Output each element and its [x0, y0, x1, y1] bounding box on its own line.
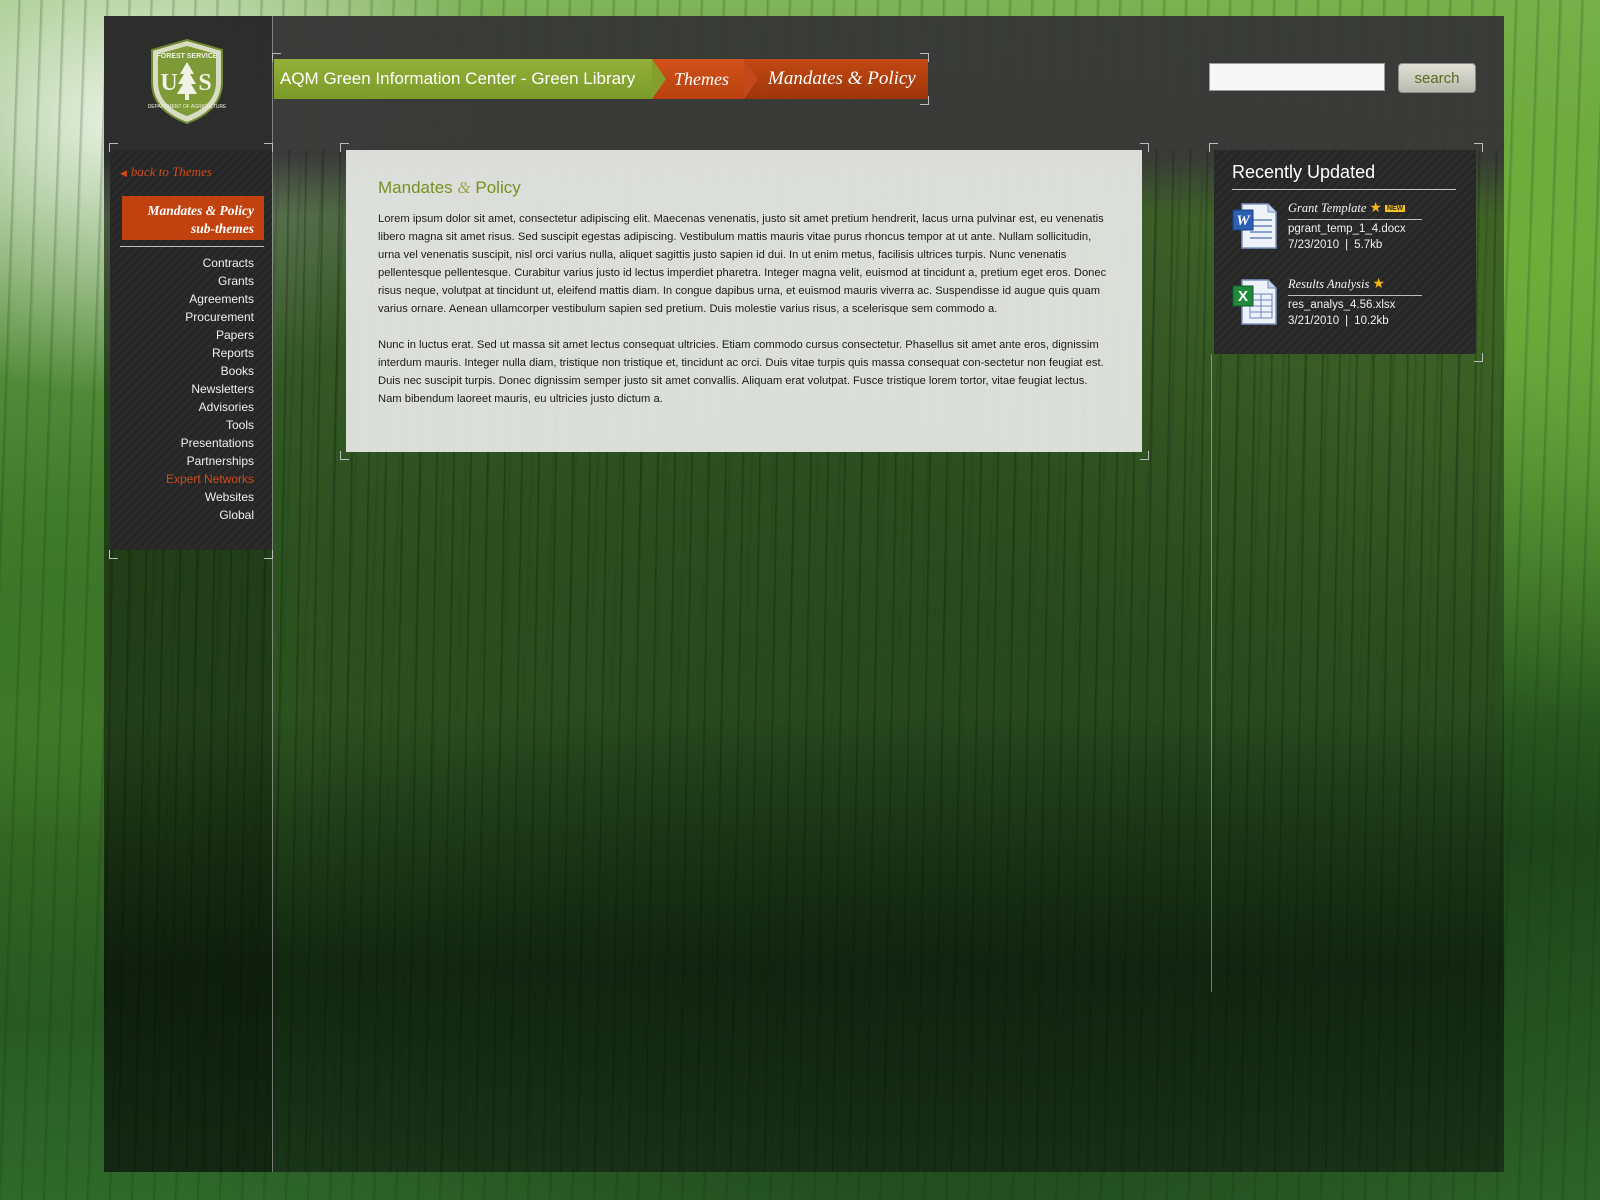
sidebar-item-procurement[interactable]: Procurement — [120, 308, 254, 326]
search-button[interactable]: search — [1398, 63, 1476, 93]
svg-text:W: W — [1236, 213, 1251, 229]
new-badge: NEW — [1384, 205, 1406, 212]
recent-file-title-text: Grant Template — [1288, 201, 1367, 215]
sidebar-item-papers[interactable]: Papers — [120, 326, 254, 344]
search-input[interactable] — [1209, 63, 1385, 91]
corner-mark — [1140, 451, 1149, 460]
sidebar-item-global[interactable]: Global — [120, 506, 254, 524]
subtheme-title: Mandates & Policy — [147, 203, 255, 218]
word-doc-icon: W — [1232, 203, 1277, 249]
corner-mark — [109, 550, 118, 559]
star-icon: ★ — [1369, 201, 1382, 216]
svg-text:X: X — [1238, 288, 1248, 305]
sidebar-item-advisories[interactable]: Advisories — [120, 398, 254, 416]
recent-file-info: 3/21/2010 | 10.2kb — [1288, 315, 1422, 327]
page-title-ampersand: & — [457, 178, 471, 197]
breadcrumb-current: Mandates & Policy — [744, 59, 928, 99]
body-paragraph: Lorem ipsum dolor sit amet, consectetur … — [378, 213, 1107, 315]
subtheme-menu: Contracts Grants Agreements Procurement … — [120, 254, 254, 524]
subtheme-header: Mandates & Policy sub-themes — [122, 196, 264, 240]
corner-mark — [1474, 353, 1483, 362]
svg-text:DEPARTMENT OF AGRICULTURE: DEPARTMENT OF AGRICULTURE — [148, 104, 226, 110]
sidebar-item-books[interactable]: Books — [120, 362, 254, 380]
recent-file-size: 10.2kb — [1354, 315, 1389, 327]
page-title-part: Mandates — [378, 178, 453, 197]
breadcrumb-current-label: Mandates & Policy — [768, 68, 916, 89]
breadcrumb: AQM Green Information Center - Green Lib… — [274, 59, 928, 99]
back-to-themes-link[interactable]: ◀ back to Themes — [120, 164, 212, 180]
body-paragraph: Nunc in luctus erat. Sed ut massa sit am… — [378, 339, 1104, 405]
sidebar-item-tools[interactable]: Tools — [120, 416, 254, 434]
recent-file-info: 7/23/2010 | 5.7kb — [1288, 239, 1422, 251]
separator: | — [1345, 239, 1349, 251]
right-column-divider — [1211, 354, 1212, 992]
sidebar-divider — [120, 246, 264, 247]
recent-file-size: 5.7kb — [1354, 239, 1383, 251]
page-title: Mandates & Policy — [378, 178, 1110, 198]
svg-text:FOREST SERVICE: FOREST SERVICE — [157, 53, 218, 60]
sidebar-item-reports[interactable]: Reports — [120, 344, 254, 362]
recent-file-date: 7/23/2010 — [1288, 239, 1340, 251]
svg-text:S: S — [198, 70, 211, 96]
breadcrumb-themes-label: Themes — [674, 69, 729, 89]
triangle-left-icon: ◀ — [120, 168, 127, 178]
corner-mark — [109, 143, 118, 152]
breadcrumb-home-label: AQM Green Information Center - Green Lib… — [280, 69, 636, 88]
recent-file-title[interactable]: Grant Template ★ NEW — [1288, 200, 1422, 220]
sidebar-item-contracts[interactable]: Contracts — [120, 254, 254, 272]
recently-updated-title: Recently Updated — [1232, 162, 1456, 190]
back-link-label: back to Themes — [130, 164, 212, 179]
sidebar-item-partnerships[interactable]: Partnerships — [120, 452, 254, 470]
chevron-right-icon — [744, 59, 758, 99]
forest-service-logo[interactable]: FOREST SERVICE U S DEPARTMENT OF AGRICUL… — [148, 38, 226, 124]
sidebar-item-grants[interactable]: Grants — [120, 272, 254, 290]
main-content: Mandates & Policy Lorem ipsum dolor sit … — [346, 150, 1142, 452]
corner-mark — [264, 550, 273, 559]
recent-file-meta: Grant Template ★ NEW pgrant_temp_1_4.docx … — [1288, 200, 1422, 251]
sidebar-item-presentations[interactable]: Presentations — [120, 434, 254, 452]
recent-file-title[interactable]: Results Analysis ★ — [1288, 276, 1422, 296]
corner-mark — [340, 451, 349, 460]
recent-file-item[interactable]: W Grant Template ★ NEW pgrant_temp_1_4.doc… — [1232, 200, 1458, 266]
separator: | — [1345, 315, 1349, 327]
svg-text:U: U — [160, 70, 177, 96]
recent-file-filename: res_analys_4.56.xlsx — [1288, 299, 1396, 311]
subtheme-subtitle: sub-themes — [190, 221, 254, 236]
recent-file-meta: Results Analysis ★ res_analys_4.56.xlsx 3… — [1288, 276, 1422, 327]
page-title-part: Policy — [475, 178, 521, 197]
sidebar-item-websites[interactable]: Websites — [120, 488, 254, 506]
breadcrumb-home[interactable]: AQM Green Information Center - Green Lib… — [274, 59, 666, 99]
recently-updated-panel: Recently Updated W Grant Template ★ NEW pg… — [1214, 150, 1476, 354]
recent-file-item[interactable]: X Results Analysis ★ res_analys_4.56.xlsx… — [1232, 276, 1458, 342]
sidebar-item-agreements[interactable]: Agreements — [120, 290, 254, 308]
recent-file-date: 3/21/2010 — [1288, 315, 1340, 327]
corner-mark — [264, 143, 273, 152]
recent-file-title-text: Results Analysis — [1288, 277, 1370, 291]
star-icon: ★ — [1372, 277, 1385, 292]
sidebar-item-newsletters[interactable]: Newsletters — [120, 380, 254, 398]
excel-doc-icon: X — [1232, 279, 1277, 325]
chevron-right-icon — [652, 59, 666, 99]
sidebar-item-expert-networks[interactable]: Expert Networks — [120, 470, 254, 488]
recent-file-filename: pgrant_temp_1_4.docx — [1288, 223, 1406, 235]
